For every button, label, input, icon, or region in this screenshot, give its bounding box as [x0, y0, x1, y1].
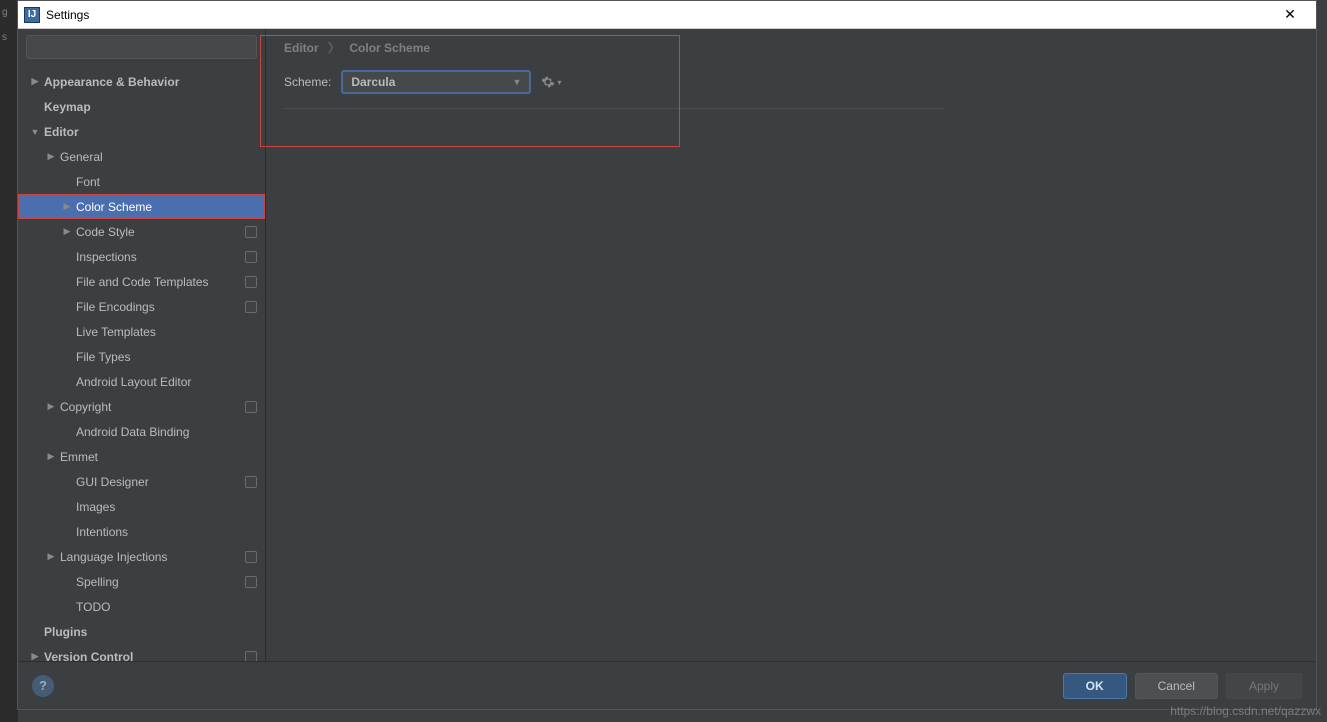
titlebar: IJ Settings ✕	[18, 1, 1316, 29]
breadcrumb-sep: 〉	[328, 41, 340, 55]
apply-button[interactable]: Apply	[1226, 673, 1302, 699]
tree-arrow-icon	[28, 651, 42, 661]
sidebar-item-label: Font	[76, 175, 100, 189]
window-title: Settings	[46, 8, 1270, 22]
sidebar-item-label: Editor	[44, 125, 79, 139]
sidebar-item-intentions[interactable]: Intentions	[18, 519, 265, 544]
scheme-label: Scheme:	[284, 75, 331, 89]
sidebar-item-label: Emmet	[60, 450, 98, 464]
sidebar-item-plugins[interactable]: Plugins	[18, 619, 265, 644]
sidebar-item-file-encodings[interactable]: File Encodings	[18, 294, 265, 319]
breadcrumb-editor[interactable]: Editor	[284, 41, 319, 55]
sidebar-item-spelling[interactable]: Spelling	[18, 569, 265, 594]
project-badge-icon	[245, 651, 257, 662]
project-badge-icon	[245, 576, 257, 588]
tree-arrow-icon	[28, 127, 42, 137]
tree-arrow-icon	[60, 201, 74, 212]
scheme-select[interactable]: Darcula ▼	[341, 70, 531, 94]
sidebar-item-label: Appearance & Behavior	[44, 75, 179, 89]
main-panel: Editor 〉 Color Scheme Scheme: Darcula ▼ …	[266, 29, 1316, 661]
sidebar-item-label: General	[60, 150, 103, 164]
sidebar-item-label: Spelling	[76, 575, 119, 589]
sidebar-item-label: Images	[76, 500, 115, 514]
gear-icon[interactable]: ▾	[541, 75, 561, 89]
scheme-value: Darcula	[351, 75, 395, 89]
background-gutter: gs	[0, 0, 18, 722]
sidebar-item-color-scheme[interactable]: Color Scheme	[18, 194, 265, 219]
project-badge-icon	[245, 476, 257, 488]
sidebar-item-label: Intentions	[76, 525, 128, 539]
sidebar-item-code-style[interactable]: Code Style	[18, 219, 265, 244]
sidebar-item-label: Keymap	[44, 100, 91, 114]
sidebar-item-label: Android Data Binding	[76, 425, 189, 439]
app-icon: IJ	[24, 7, 40, 23]
chevron-down-icon: ▼	[512, 77, 521, 87]
sidebar-item-copyright[interactable]: Copyright	[18, 394, 265, 419]
sidebar: Appearance & Behavior Keymap Editor General…	[18, 29, 266, 661]
breadcrumb: Editor 〉 Color Scheme	[284, 39, 1298, 56]
window-body: Appearance & Behavior Keymap Editor General…	[18, 29, 1316, 661]
ok-button[interactable]: OK	[1063, 673, 1127, 699]
gear-caret-icon: ▾	[557, 78, 561, 87]
sidebar-item-label: Code Style	[76, 225, 135, 239]
sidebar-item-font[interactable]: Font	[18, 169, 265, 194]
sidebar-item-gui-designer[interactable]: GUI Designer	[18, 469, 265, 494]
sidebar-item-live-templates[interactable]: Live Templates	[18, 319, 265, 344]
tree-arrow-icon	[60, 226, 74, 237]
help-icon[interactable]: ?	[32, 675, 54, 697]
tree-arrow-icon	[44, 451, 58, 462]
sidebar-item-android-layout-editor[interactable]: Android Layout Editor	[18, 369, 265, 394]
sidebar-item-label: File and Code Templates	[76, 275, 209, 289]
sidebar-item-editor[interactable]: Editor	[18, 119, 265, 144]
sidebar-item-label: File Encodings	[76, 300, 155, 314]
sidebar-item-label: Live Templates	[76, 325, 156, 339]
sidebar-item-keymap[interactable]: Keymap	[18, 94, 265, 119]
project-badge-icon	[245, 226, 257, 238]
tree-arrow-icon	[44, 151, 58, 162]
tree-arrow-icon	[44, 551, 58, 562]
sidebar-item-label: Plugins	[44, 625, 87, 639]
search-input[interactable]	[26, 35, 257, 59]
sidebar-item-label: TODO	[76, 600, 110, 614]
project-badge-icon	[245, 551, 257, 563]
sidebar-item-label: File Types	[76, 350, 130, 364]
cancel-button[interactable]: Cancel	[1135, 673, 1218, 699]
sidebar-item-inspections[interactable]: Inspections	[18, 244, 265, 269]
settings-tree[interactable]: Appearance & Behavior Keymap Editor General…	[18, 65, 265, 661]
scheme-row: Scheme: Darcula ▼ ▾	[284, 70, 944, 109]
project-badge-icon	[245, 276, 257, 288]
tree-arrow-icon	[44, 401, 58, 412]
sidebar-item-label: Color Scheme	[76, 200, 152, 214]
sidebar-item-file-and-code-templates[interactable]: File and Code Templates	[18, 269, 265, 294]
breadcrumb-color-scheme: Color Scheme	[349, 41, 430, 55]
project-badge-icon	[245, 251, 257, 263]
tree-arrow-icon	[28, 76, 42, 87]
sidebar-item-todo[interactable]: TODO	[18, 594, 265, 619]
sidebar-item-file-types[interactable]: File Types	[18, 344, 265, 369]
project-badge-icon	[245, 301, 257, 313]
settings-window: IJ Settings ✕ Appearance & Behavior Keyma…	[17, 0, 1317, 710]
project-badge-icon	[245, 401, 257, 413]
sidebar-item-images[interactable]: Images	[18, 494, 265, 519]
sidebar-item-label: Inspections	[76, 250, 137, 264]
sidebar-item-label: Android Layout Editor	[76, 375, 191, 389]
sidebar-item-language-injections[interactable]: Language Injections	[18, 544, 265, 569]
sidebar-item-appearance-behavior[interactable]: Appearance & Behavior	[18, 69, 265, 94]
sidebar-item-general[interactable]: General	[18, 144, 265, 169]
watermark: https://blog.csdn.net/qazzwx	[1170, 704, 1321, 718]
search-wrap	[18, 29, 265, 65]
sidebar-item-android-data-binding[interactable]: Android Data Binding	[18, 419, 265, 444]
sidebar-item-emmet[interactable]: Emmet	[18, 444, 265, 469]
sidebar-item-label: Copyright	[60, 400, 111, 414]
close-icon[interactable]: ✕	[1270, 6, 1310, 23]
sidebar-item-label: Language Injections	[60, 550, 167, 564]
footer: ? OK Cancel Apply	[18, 661, 1316, 709]
sidebar-item-label: Version Control	[44, 650, 133, 662]
sidebar-item-version-control[interactable]: Version Control	[18, 644, 265, 661]
sidebar-item-label: GUI Designer	[76, 475, 149, 489]
